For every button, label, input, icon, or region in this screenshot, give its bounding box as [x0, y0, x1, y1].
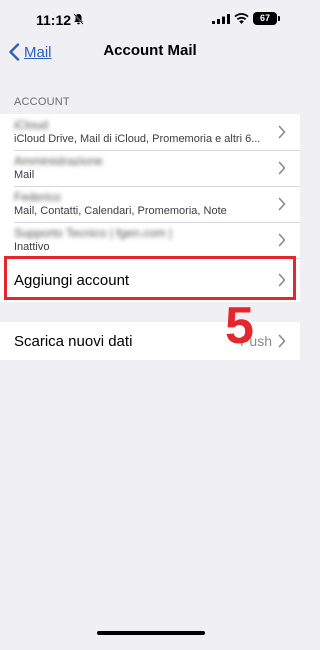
bell-slash-icon: [73, 13, 84, 25]
account-services: Mail: [14, 169, 35, 181]
add-account-button[interactable]: Aggiungi account: [0, 258, 300, 302]
chevron-right-icon: [278, 197, 286, 211]
home-indicator: [97, 631, 205, 635]
signal-icon: [212, 14, 230, 24]
chevron-right-icon: [278, 233, 286, 247]
accounts-list: iCloud iCloud Drive, Mail di iCloud, Pro…: [0, 114, 300, 302]
chevron-right-icon: [278, 161, 286, 175]
account-name: Federico: [14, 190, 61, 204]
account-row-4[interactable]: Supporto Tecnico | fgen.com | Inattivo: [0, 222, 300, 258]
fetch-new-data-row[interactable]: Scarica nuovi dati Push: [0, 322, 300, 360]
account-services: iCloud Drive, Mail di iCloud, Promemoria…: [14, 133, 261, 145]
page-title: Account Mail: [103, 42, 197, 59]
account-row-2[interactable]: Amministrazione Mail: [0, 150, 300, 186]
account-name: Amministrazione: [14, 154, 103, 168]
account-name: Supporto Tecnico | fgen.com |: [14, 226, 173, 240]
account-name: iCloud: [14, 118, 49, 132]
status-bar: 11:12 67: [0, 0, 300, 40]
step-number-annotation: 5: [225, 297, 254, 355]
account-row-3[interactable]: Federico Mail, Contatti, Calendari, Prom…: [0, 186, 300, 222]
status-time: 11:12: [36, 12, 72, 28]
wifi-icon: [234, 13, 249, 24]
add-account-label: Aggiungi account: [14, 271, 130, 289]
account-services: Mail, Contatti, Calendari, Promemoria, N…: [14, 205, 227, 217]
account-status: Inattivo: [14, 241, 50, 253]
section-header-accounts: ACCOUNT: [14, 96, 70, 108]
chevron-right-icon: [278, 273, 286, 287]
account-row-icloud[interactable]: iCloud iCloud Drive, Mail di iCloud, Pro…: [0, 114, 300, 150]
chevron-right-icon: [278, 125, 286, 139]
fetch-settings: Scarica nuovi dati Push: [0, 322, 300, 360]
navigation-bar: Mail Account Mail: [0, 40, 300, 64]
chevron-right-icon: [278, 334, 286, 348]
battery-icon: 67: [253, 12, 280, 25]
